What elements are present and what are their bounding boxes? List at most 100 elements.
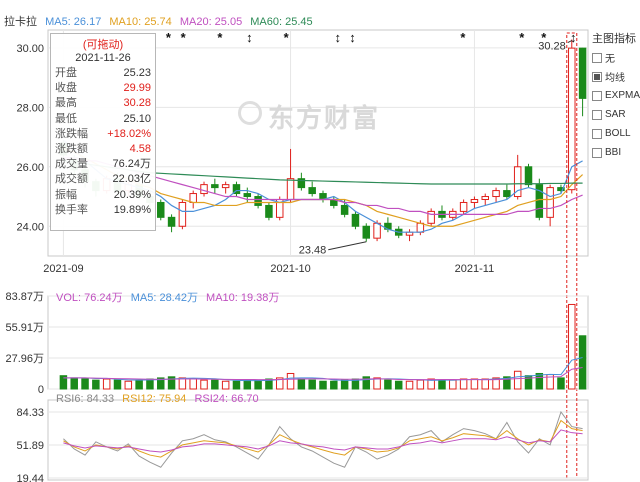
info-row-key: 换手率 — [55, 203, 88, 216]
info-row-value: 22.03亿 — [112, 173, 151, 186]
indicator-option[interactable]: 无 — [592, 48, 640, 67]
info-row-key: 最高 — [55, 97, 77, 110]
candle-body — [178, 201, 187, 227]
volume-bar — [135, 379, 143, 390]
info-box-header[interactable]: (可拖动) — [51, 36, 155, 52]
volume-bar — [113, 379, 122, 390]
volume-bar — [394, 380, 403, 390]
rsi-legend: RSI6: 84.33 RSI12: 75.94 RSI24: 66.70 — [56, 393, 264, 405]
info-row: 最高 30.28 — [51, 96, 155, 111]
info-row-value: 76.24万 — [112, 158, 151, 171]
info-row-key: 最低 — [55, 112, 77, 125]
ma10-legend: MA10: 25.74 — [109, 16, 172, 28]
candle-body — [254, 196, 262, 206]
candle-body — [492, 190, 500, 198]
candle-body — [362, 225, 371, 239]
vol-ma10-legend: MA10: 19.38万 — [206, 292, 280, 304]
volume-tick-label: 55.91万 — [5, 322, 44, 334]
volume-bar — [221, 380, 230, 390]
rsi6-line — [63, 410, 583, 468]
volume-bar — [557, 377, 565, 390]
rsi24-line — [63, 429, 583, 453]
low-annotation: 23.48 — [299, 245, 327, 257]
volume-bar — [200, 379, 208, 390]
volume-bar — [243, 379, 252, 390]
rsi-tick-label: 51.89 — [16, 440, 44, 452]
rsi24-legend: RSI24: 66.70 — [194, 393, 259, 405]
info-row-key: 涨跌幅 — [55, 127, 88, 140]
volume-tick-label: 0 — [38, 384, 44, 396]
volume-bar — [578, 335, 587, 390]
volume-bar — [70, 377, 78, 390]
volume-bar — [297, 378, 306, 390]
indicator-option[interactable]: BOLL — [592, 124, 640, 143]
price-tick-label: 30.00 — [16, 43, 44, 55]
info-box[interactable]: (可拖动) 2021-11-26 开盘 25.23 收盘 29.99 最高 30.28 最低… — [50, 33, 156, 231]
candle-body — [503, 190, 511, 198]
indicator-panel: 主图指标 无均线 EXPMA SAR BOLL BBI — [592, 30, 640, 162]
volume-bar — [124, 380, 133, 390]
volume-bar — [211, 379, 219, 390]
volume-bar — [146, 378, 154, 390]
volume-bar — [330, 380, 338, 390]
volume-bar — [438, 379, 446, 390]
checkbox-icon[interactable] — [592, 52, 602, 63]
checkbox-icon[interactable] — [592, 90, 602, 101]
volume-bar — [481, 378, 489, 390]
info-row: 收盘 29.99 — [51, 81, 155, 96]
volume-bar — [319, 380, 327, 390]
indicator-option[interactable]: BBI — [592, 143, 640, 162]
volume-bar — [470, 378, 479, 390]
checkbox-icon[interactable] — [592, 71, 602, 82]
candle-body — [546, 187, 554, 218]
event-marker: * — [166, 30, 172, 45]
volume-bar — [384, 379, 392, 390]
candle-body — [481, 196, 489, 201]
volume-bar — [449, 379, 457, 390]
info-row-value: 20.39% — [113, 188, 151, 201]
candle-body — [568, 47, 576, 191]
rsi6-legend: RSI6: 84.33 — [56, 393, 115, 405]
event-marker: ↕ — [349, 30, 356, 45]
info-row-key: 振幅 — [55, 188, 77, 201]
candle-body — [340, 204, 349, 215]
indicator-option-label: BOLL — [605, 128, 631, 139]
volume-bar — [102, 378, 111, 390]
indicator-option[interactable]: EXPMA — [592, 86, 640, 105]
volume-bar — [232, 380, 241, 390]
event-marker: ↕ — [570, 30, 577, 45]
info-row: 振幅 20.39% — [51, 188, 155, 203]
info-row-key: 成交额 — [55, 173, 88, 186]
price-tick-label: 24.00 — [16, 221, 44, 233]
checkbox-icon[interactable] — [592, 128, 602, 139]
event-marker: * — [181, 30, 187, 45]
volume-panel-frame — [47, 295, 589, 390]
candle-body — [351, 213, 360, 227]
candle-body — [578, 47, 587, 99]
price-tick-label: 28.00 — [16, 102, 44, 114]
stock-name: 拉卡拉 — [4, 16, 37, 28]
candle-body — [459, 201, 468, 212]
price-tick-label: 26.00 — [16, 162, 44, 174]
candle-body — [221, 184, 230, 189]
info-box-date: 2021-11-26 — [75, 52, 131, 64]
indicator-option-label: 无 — [605, 54, 615, 65]
info-row-value: 25.23 — [123, 67, 151, 79]
volume-bar — [535, 372, 544, 390]
volume-bar — [405, 380, 414, 390]
low-pointer — [328, 241, 367, 251]
checkbox-icon[interactable] — [592, 109, 602, 120]
info-row-value: 29.99 — [123, 82, 151, 95]
indicator-option[interactable]: SAR — [592, 105, 640, 124]
checkbox-icon[interactable] — [592, 147, 602, 158]
volume-tick-label: 27.96万 — [5, 353, 44, 365]
volume-bar — [459, 378, 468, 390]
volume-bar — [189, 378, 197, 390]
volume-bar — [178, 377, 187, 390]
info-row: 换手率 19.89% — [51, 203, 155, 218]
vol-legend: VOL: 76.24万 — [56, 292, 123, 304]
info-row-value: 25.10 — [123, 112, 151, 125]
indicator-option[interactable]: 均线 — [592, 67, 640, 86]
candle-body — [524, 166, 533, 186]
candle-body — [167, 216, 176, 227]
